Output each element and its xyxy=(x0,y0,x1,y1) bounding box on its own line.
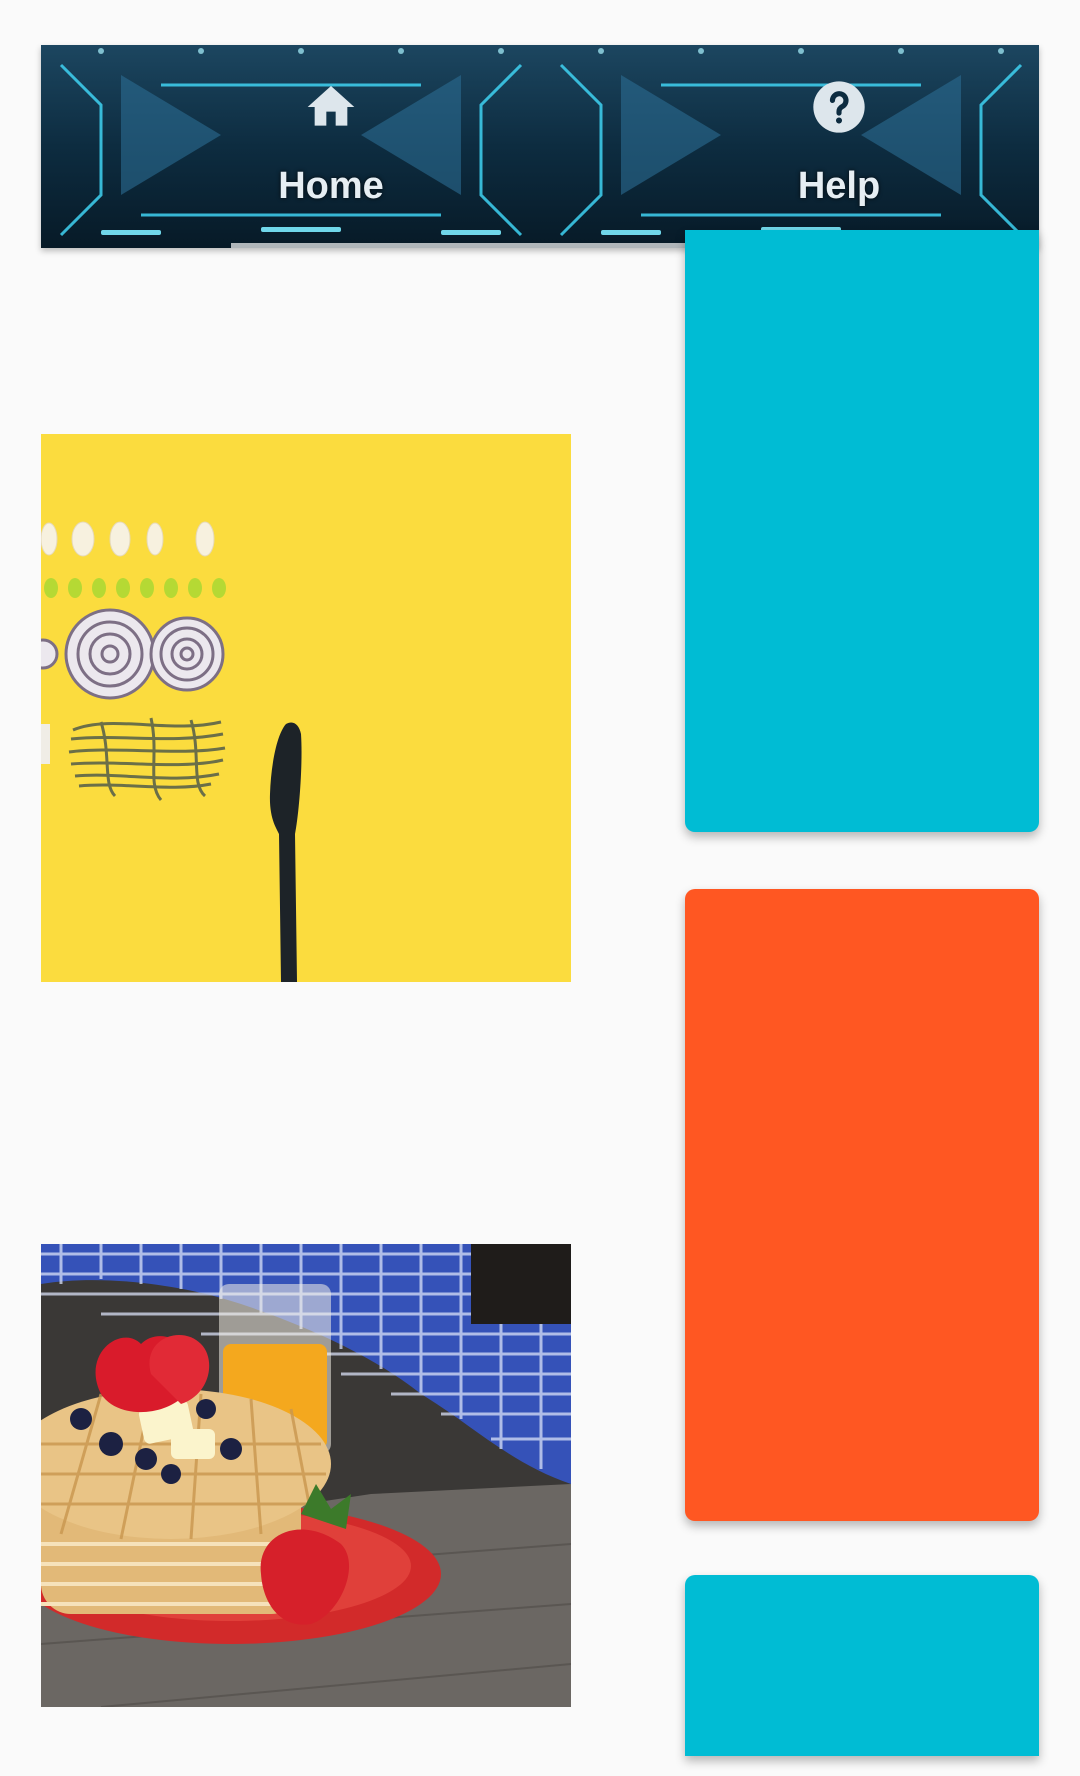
waffles-illustration xyxy=(41,1244,571,1707)
help-circle-icon xyxy=(813,81,865,133)
color-card-orange[interactable] xyxy=(685,889,1039,1521)
tab-help-label: Help xyxy=(797,165,881,207)
tab-indicator xyxy=(231,243,691,248)
color-card-cyan-top[interactable] xyxy=(685,230,1039,832)
ingredients-illustration xyxy=(41,434,571,982)
tab-home[interactable]: Home xyxy=(231,45,431,245)
tab-bar: Home Help xyxy=(41,45,1039,248)
waffles-photo[interactable] xyxy=(41,1244,571,1707)
tab-home-label: Home xyxy=(278,165,384,207)
ingredients-photo[interactable] xyxy=(41,434,571,982)
color-card-cyan-bottom[interactable] xyxy=(685,1575,1039,1756)
home-icon xyxy=(307,86,355,126)
tab-help[interactable]: Help xyxy=(739,45,939,245)
